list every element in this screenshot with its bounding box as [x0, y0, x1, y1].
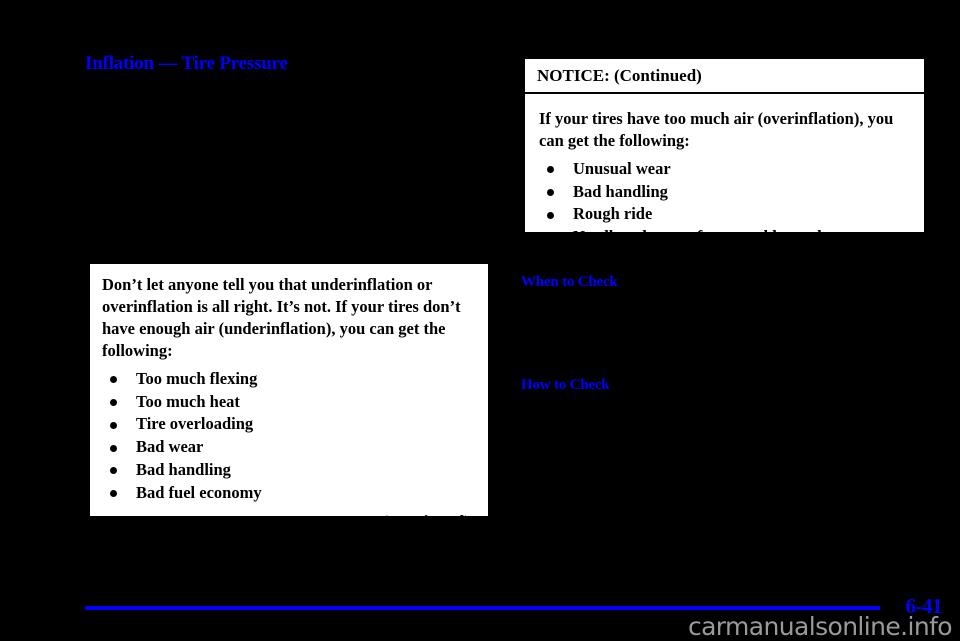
notice-left-bullet-list: Too much flexing Too much heat Tire over… — [102, 368, 474, 505]
list-item: Bad fuel economy — [102, 482, 474, 505]
list-item: Tire overloading — [102, 413, 474, 436]
list-item-label: Bad fuel economy — [136, 482, 262, 502]
bullet-icon — [547, 211, 554, 219]
list-item: Bad handling — [539, 181, 910, 204]
notice-box-overinflation: NOTICE: (Continued) If your tires have t… — [523, 57, 926, 246]
subheading-how-to-check: How to Check — [521, 377, 610, 394]
footer-rule — [85, 606, 880, 610]
list-item: Too much heat — [102, 391, 474, 414]
list-item: Rough ride — [539, 203, 910, 226]
bullet-icon — [110, 444, 117, 452]
page-title: Inflation — Tire Pressure — [85, 52, 288, 74]
list-item-label: Needless damage from road hazards — [573, 227, 829, 247]
manual-page: Inflation — Tire Pressure Don’t let anyo… — [0, 0, 960, 641]
list-item-label: Unusual wear — [573, 158, 671, 178]
subheading-when-to-check: When to Check — [521, 274, 618, 291]
bullet-icon — [110, 421, 117, 429]
list-item-label: Bad handling — [573, 181, 668, 201]
bullet-icon — [547, 166, 554, 174]
list-item-label: Bad handling — [136, 459, 231, 479]
bullet-icon — [110, 490, 117, 498]
list-item-label: Tire overloading — [136, 414, 254, 434]
list-item: Too much flexing — [102, 368, 474, 391]
list-item-label: Bad wear — [136, 437, 204, 457]
list-item: Bad wear — [102, 436, 474, 459]
bullet-icon — [110, 399, 117, 407]
bullet-icon — [547, 234, 554, 242]
list-item: Bad handling — [102, 459, 474, 482]
bullet-icon — [110, 467, 117, 475]
bullet-icon — [547, 189, 554, 197]
watermark: carmanualsonline.info — [687, 612, 953, 641]
list-item: Unusual wear — [539, 158, 910, 181]
list-item: Needless damage from road hazards — [539, 226, 910, 249]
notice-right-paragraph: If your tires have too much air (overinf… — [539, 109, 894, 150]
notice-right-header: NOTICE: (Continued) — [525, 59, 924, 94]
notice-left-paragraph: Don’t let anyone tell you that underinfl… — [102, 275, 461, 360]
notice-right-bullet-list: Unusual wear Bad handling Rough ride Nee… — [539, 158, 910, 249]
list-item-label: Rough ride — [573, 204, 653, 224]
notice-box-underinflation: Don’t let anyone tell you that underinfl… — [88, 262, 490, 531]
list-item-label: Too much heat — [136, 391, 240, 411]
list-item-label: Too much flexing — [136, 368, 258, 388]
notice-left-body: Don’t let anyone tell you that underinfl… — [90, 264, 488, 538]
notice-right-body: If your tires have too much air (overinf… — [525, 94, 924, 255]
bullet-icon — [110, 376, 117, 384]
notice-left-continued-label: NOTICE: (Continued) — [305, 512, 470, 532]
